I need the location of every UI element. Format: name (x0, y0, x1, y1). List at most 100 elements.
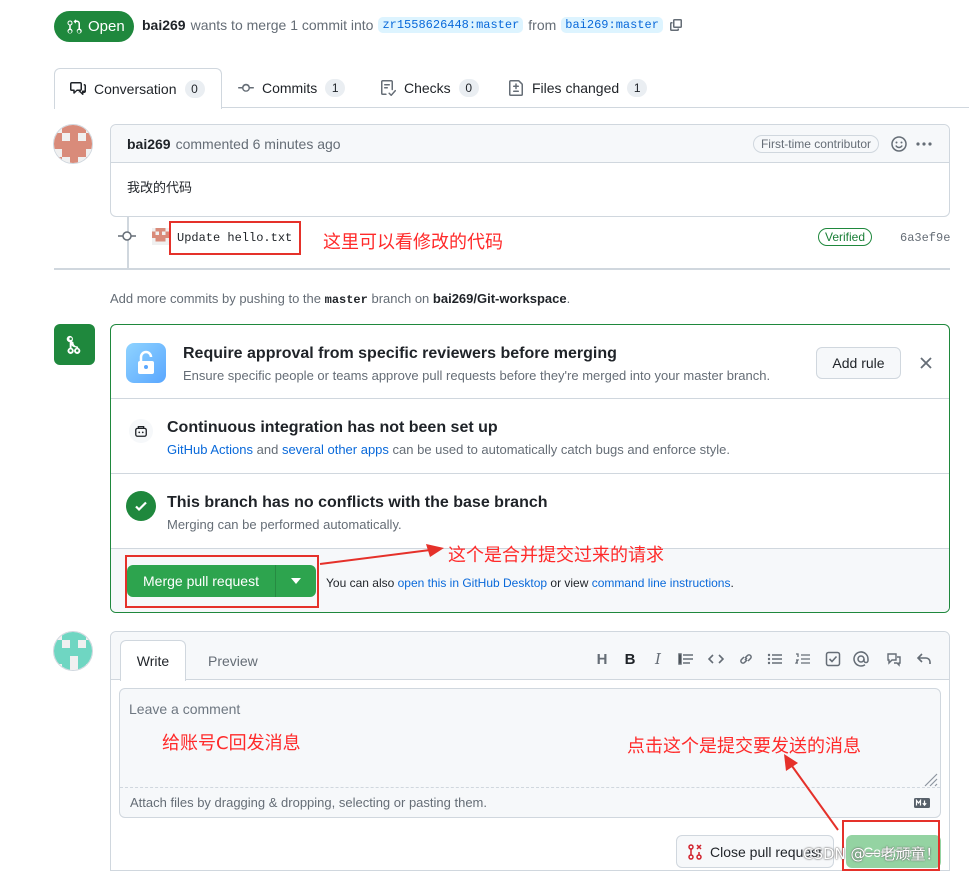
tab-checks-label: Checks (404, 80, 451, 96)
ci-subtitle: GitHub Actions and several other apps ca… (167, 442, 730, 457)
composer-header: Write Preview H B I (111, 632, 949, 681)
alternatives-suffix: . (730, 576, 734, 590)
check-circle-icon (126, 491, 156, 521)
add-commits-branch: master (324, 293, 368, 307)
add-commits-hint: Add more commits by pushing to the maste… (110, 291, 570, 307)
ci-rest-text: can be used to automatically catch bugs … (392, 442, 731, 457)
pr-state-label: Open (88, 18, 125, 35)
git-pull-request-closed-icon (688, 843, 702, 860)
add-commits-repo[interactable]: bai269/Git-workspace (433, 291, 567, 306)
add-rule-button[interactable]: Add rule (816, 347, 901, 379)
annotation-box-merge (125, 555, 319, 608)
mention-icon[interactable] (852, 650, 870, 668)
timeline-line (127, 217, 129, 269)
file-diff-icon (509, 80, 523, 96)
pr-tabs: Conversation 0 Commits 1 Checks 0 Files … (54, 68, 969, 109)
preview-tab[interactable]: Preview (208, 653, 258, 669)
italic-icon[interactable]: I (649, 650, 667, 668)
tab-conversation-count: 0 (184, 80, 205, 98)
commit-node-icon (118, 231, 136, 241)
merge-alternatives-text: You can also open this in GitHub Desktop… (326, 576, 734, 590)
other-apps-link[interactable]: several other apps (282, 442, 389, 457)
task-list-icon[interactable] (824, 650, 842, 668)
base-branch[interactable]: zr1558626448:master (378, 17, 524, 33)
annotation-arrow-merge (319, 544, 444, 565)
git-merge-icon (66, 335, 80, 354)
annotation-box-commit (169, 221, 301, 255)
review-rule-subtitle: Ensure specific people or teams approve … (183, 368, 771, 383)
review-rule-section: Require approval from specific reviewers… (111, 325, 949, 399)
smiley-icon[interactable] (891, 135, 907, 152)
pull-request-icon (67, 19, 82, 33)
verified-badge[interactable]: Verified (818, 228, 873, 246)
add-commits-suffix: . (566, 291, 571, 306)
tab-files-changed-count: 1 (627, 79, 648, 97)
tab-files-changed-label: Files changed (532, 80, 620, 96)
markdown-icon[interactable] (914, 797, 930, 808)
pr-state-badge: Open (54, 11, 134, 42)
dependabot-icon (129, 419, 153, 443)
kebab-horizontal-icon[interactable] (915, 136, 933, 152)
comment-body: 我改的代码 (127, 181, 193, 196)
tab-checks-count: 0 (458, 79, 479, 97)
git-commit-icon (238, 83, 254, 92)
commit-sha-link[interactable]: 6a3ef9e (900, 231, 950, 245)
tab-commits[interactable]: Commits 1 (238, 68, 346, 108)
annotation-arrow-submit (784, 754, 839, 831)
add-commits-prefix: Add more commits by pushing to the (110, 291, 321, 306)
reply-icon[interactable] (915, 650, 933, 668)
heading-icon[interactable]: H (593, 650, 611, 668)
code-icon[interactable] (707, 650, 725, 668)
or-view-text: or view (550, 576, 589, 590)
comment-discussion-icon (70, 82, 86, 95)
commit-author-avatar[interactable] (152, 228, 169, 245)
watermark: CSDN @一老顽童！ (803, 845, 941, 863)
pr-author-link[interactable]: bai269 (142, 17, 186, 33)
comment-meta[interactable]: commented 6 minutes ago (176, 136, 341, 152)
merge-status-icon (54, 324, 95, 365)
unordered-list-icon[interactable] (766, 650, 784, 668)
close-icon[interactable] (919, 356, 933, 370)
tab-commits-count: 1 (325, 79, 346, 97)
annotation-note-merge: 这个是合并提交过来的请求 (448, 545, 664, 566)
github-actions-link[interactable]: GitHub Actions (167, 442, 253, 457)
tab-conversation-label: Conversation (94, 81, 177, 97)
comment-header: bai269 commented 6 minutes ago First-tim… (111, 125, 949, 163)
ci-section: Continuous integration has not been set … (111, 399, 949, 474)
timeline-divider (54, 268, 950, 270)
cross-reference-icon[interactable] (885, 650, 903, 668)
conflicts-section: This branch has no conflicts with the ba… (111, 474, 949, 549)
add-commits-middle: branch on (371, 291, 430, 306)
resize-handle-icon[interactable] (920, 769, 938, 787)
pr-action-text: wants to merge 1 commit into (190, 17, 374, 33)
first-time-contributor-badge: First-time contributor (752, 134, 879, 153)
tab-commits-label: Commits (262, 80, 318, 96)
tab-files-changed[interactable]: Files changed 1 (508, 68, 648, 108)
also-prefix: You can also (326, 576, 395, 590)
open-desktop-link[interactable]: open this in GitHub Desktop (398, 576, 547, 590)
annotation-note-commit: 这里可以看修改的代码 (323, 232, 503, 253)
current-user-avatar[interactable] (53, 631, 93, 671)
from-text: from (528, 17, 557, 33)
copy-icon[interactable] (668, 17, 684, 33)
review-rule-title: Require approval from specific reviewers… (183, 345, 617, 362)
comment-author[interactable]: bai269 (127, 136, 171, 152)
avatar[interactable] (53, 124, 93, 164)
quote-icon[interactable] (677, 650, 695, 668)
conflicts-title: This branch has no conflicts with the ba… (167, 494, 548, 511)
annotation-note-reply: 给账号C回发消息 (162, 733, 301, 754)
tab-checks[interactable]: Checks 0 (380, 68, 479, 108)
pr-description-comment: bai269 commented 6 minutes ago First-tim… (110, 124, 950, 217)
link-icon[interactable] (737, 650, 755, 668)
conflicts-subtitle: Merging can be performed automatically. (167, 517, 402, 532)
comment-placeholder: Leave a comment (129, 701, 241, 717)
ci-and-text: and (256, 442, 279, 457)
head-branch[interactable]: bai269:master (561, 17, 663, 33)
ordered-list-icon[interactable] (794, 650, 812, 668)
write-tab[interactable]: Write (120, 640, 186, 681)
tab-conversation[interactable]: Conversation 0 (54, 68, 222, 109)
checklist-icon (381, 80, 396, 96)
bold-icon[interactable]: B (621, 650, 639, 668)
attach-files-text: Attach files by dragging & dropping, sel… (130, 795, 487, 810)
cli-instructions-link[interactable]: command line instructions (592, 576, 731, 590)
